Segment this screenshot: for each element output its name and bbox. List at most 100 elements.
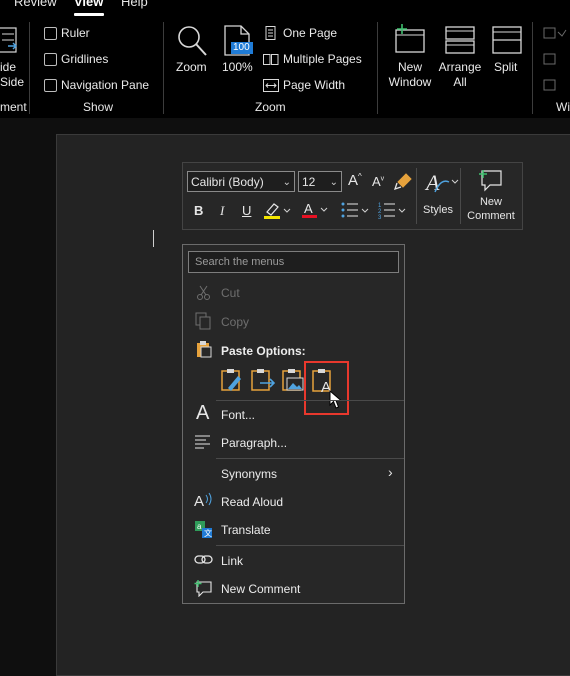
ruler-checkbox[interactable] [44,27,57,40]
zoom-button[interactable] [175,24,209,61]
font-icon: A [196,402,210,424]
new-comment-menu-item[interactable]: New Comment [221,582,300,596]
styles-button[interactable]: A [423,168,459,203]
arrange-all-label-2: All [453,75,467,89]
gridlines-label: Gridlines [61,52,109,66]
styles-label: Styles [423,204,453,216]
format-painter-button[interactable] [393,172,414,193]
font-size-value: 12 [302,175,316,189]
one-page-label[interactable]: One Page [283,26,337,40]
gridlines-checkbox[interactable] [44,53,57,66]
window-group-label: Wi [556,100,570,114]
translate-menu-icon: a 文 [195,521,213,542]
magnifier-icon [178,26,207,56]
split-icon [492,26,522,54]
paste-picture-button[interactable] [281,368,305,395]
numbering-button[interactable]: 1 2 3 [378,201,410,222]
svg-text:文: 文 [204,528,212,538]
font-menu-item[interactable]: Font... [221,408,255,422]
highlight-color-button[interactable] [262,201,294,224]
context-menu [182,244,405,604]
new-comment-toolbar-button[interactable] [478,168,504,195]
copy-icon [195,312,211,330]
page-width-label[interactable]: Page Width [283,78,345,92]
italic-button[interactable]: I [220,203,224,219]
styles-icon: A [424,170,459,195]
new-comment-label-1: New [479,196,502,208]
highlighter-icon [264,203,291,219]
bold-icon: B [194,203,204,218]
paste-merge-formatting-icon [251,369,276,391]
bullets-button[interactable] [340,201,372,222]
multiple-pages-label[interactable]: Multiple Pages [283,52,362,66]
ribbon: Review View Help ide Side ment Ruler Gri… [0,0,570,118]
grow-font-button[interactable]: A^ [348,172,362,189]
zoom-100-label: 100% [222,60,253,74]
svg-text:A: A [194,493,204,509]
menu-divider [216,458,404,459]
tab-view[interactable]: View [74,0,103,9]
navigation-pane-checkbox[interactable] [44,79,57,92]
arrange-all-icon [445,26,475,54]
bold-button[interactable]: B [194,203,203,218]
translate-menu-item[interactable]: Translate [221,523,271,537]
synonyms-menu-item[interactable]: Synonyms [221,467,277,481]
paste-options-header [195,340,213,361]
font-name-dropdown[interactable]: Calibri (Body) ⌄ [187,171,295,192]
chevron-down-icon: ⌄ [282,177,291,188]
zoom-100-button[interactable]: 100 [222,25,254,62]
split-button[interactable] [492,26,522,57]
font-size-dropdown[interactable]: 12 ⌄ [298,171,342,192]
zoom-badge: 100 [233,42,250,53]
font-color-button[interactable]: A [300,200,332,223]
translate-icon: a 文 [195,521,212,538]
toolbar-divider [460,168,461,224]
underline-icon: U [242,203,252,218]
cut-label: Cut [221,286,240,300]
paste-keep-formatting-icon [221,369,241,391]
paste-keep-source-formatting-button[interactable] [220,368,244,395]
font-color-icon: A [302,201,328,218]
new-comment-icon [194,580,212,598]
window-small-buttons[interactable] [542,26,570,99]
paste-merge-formatting-button[interactable] [250,368,276,395]
underline-button[interactable]: U [242,203,251,218]
zoom-group-label: Zoom [255,100,286,114]
new-window-label-2: Window [388,75,432,89]
svg-text:A: A [304,201,313,216]
tab-help[interactable]: Help [121,0,148,9]
tab-review[interactable]: Review [14,0,57,9]
menu-divider [216,545,404,546]
page-width-button[interactable] [263,79,279,96]
link-icon [194,555,213,564]
italic-icon: I [220,203,225,218]
cut-menu-item [196,285,212,304]
menu-divider [216,400,404,401]
new-window-icon [395,24,425,53]
navigation-pane-label: Navigation Pane [61,78,150,92]
new-comment-menu-icon [194,579,214,600]
one-page-icon [265,26,276,40]
new-window-button[interactable] [393,24,427,57]
shrink-font-button[interactable]: Av [372,174,384,189]
paragraph-menu-item[interactable]: Paragraph... [221,436,287,450]
svg-text:a: a [197,522,202,531]
one-page-button[interactable] [264,26,278,43]
multiple-pages-button[interactable] [263,53,279,70]
search-menus-input[interactable]: Search the menus [188,251,399,273]
grow-font-icon: A^ [348,172,362,189]
side-to-side-button[interactable] [0,26,20,57]
format-painter-icon [393,173,412,191]
new-window-label-1: New [397,60,422,74]
paste-options-label: Paste Options: [221,344,306,358]
group-divider [163,22,164,114]
new-comment-icon [479,170,502,192]
multiple-pages-icon [263,54,279,65]
arrange-all-button[interactable] [445,26,475,57]
read-aloud-menu-item[interactable]: Read Aloud [221,495,283,509]
link-menu-item[interactable]: Link [221,554,243,568]
show-group-label: Show [83,100,114,114]
text-caret [153,230,154,247]
read-aloud-icon: A [194,492,212,510]
numbered-list-icon: 1 2 3 [378,203,406,221]
